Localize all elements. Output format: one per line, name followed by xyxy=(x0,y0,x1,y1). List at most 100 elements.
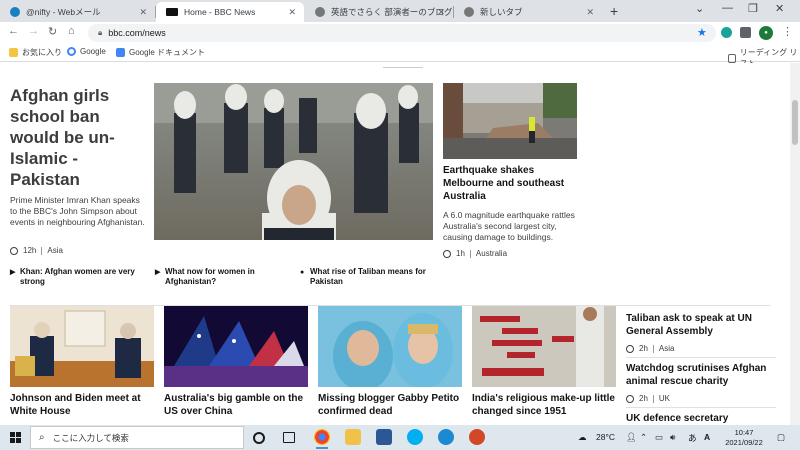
lead-story-headline[interactable]: Afghan girls school ban would be un-Isla… xyxy=(10,85,140,190)
bookmark-google[interactable]: Google xyxy=(67,47,106,56)
clock-icon xyxy=(443,249,451,258)
tab-bbc-news[interactable]: Home - BBC News ✕ xyxy=(156,2,304,22)
opera-house-image[interactable] xyxy=(164,306,308,387)
new-tab-button[interactable]: + xyxy=(610,3,618,19)
search-placeholder: ここに入力して検索 xyxy=(52,432,129,443)
ime-indicator[interactable]: A xyxy=(704,432,710,442)
row-story-headline-3[interactable]: Missing blogger Gabby Petito confirmed d… xyxy=(318,392,462,418)
story-section-link[interactable]: UK xyxy=(659,394,670,403)
tab-new-tab[interactable]: 新しいタブ ✕ xyxy=(454,2,602,22)
docs-icon xyxy=(116,48,125,57)
tab-nifty[interactable]: @nifty - Webメール ✕ xyxy=(0,2,156,22)
row-story-headline-2[interactable]: Australia's big gamble on the US over Ch… xyxy=(164,392,308,418)
couple-photo xyxy=(318,306,462,387)
earthquake-photo xyxy=(443,83,577,159)
windows-start-icon[interactable] xyxy=(10,432,21,443)
close-tab-icon[interactable]: ✕ xyxy=(437,7,445,18)
minimize-icon[interactable]: — xyxy=(722,2,733,14)
india-religion-image[interactable] xyxy=(472,306,616,387)
related-link-text: Khan: Afghan women are very strong xyxy=(20,267,135,286)
story-time: 2h xyxy=(639,344,648,353)
lead-story-image[interactable] xyxy=(154,83,433,240)
browser-toolbar: ← → ↻ ⌂ 🔒︎ bbc.com/news ★ ● ⋮ xyxy=(0,22,800,44)
taskbar-search-box[interactable]: ⌕ ここに入力して検索 xyxy=(30,426,244,449)
profile-avatar-icon[interactable]: ● xyxy=(759,26,773,40)
volume-icon[interactable]: 🔊︎ xyxy=(670,432,675,443)
cortana-icon[interactable] xyxy=(253,432,265,444)
skype-icon[interactable] xyxy=(407,429,423,445)
tab-search-icon[interactable]: ⌄ xyxy=(695,2,704,15)
side-story-headline-2[interactable]: Watchdog scrutinises Afghan animal rescu… xyxy=(626,362,776,388)
nifty-favicon-icon xyxy=(10,7,20,17)
tab-title: 英語でさらく 部演者ーのブログ xyxy=(331,7,453,17)
related-link-text: What rise of Taliban means for Pakistan xyxy=(310,267,426,286)
weather-temperature[interactable]: 28°C xyxy=(596,432,615,442)
extensions-puzzle-icon[interactable] xyxy=(740,27,751,38)
bookmark-star-icon[interactable]: ★ xyxy=(697,26,707,39)
forward-icon[interactable]: → xyxy=(28,25,39,37)
folder-icon xyxy=(9,48,18,57)
chrome-taskbar-icon[interactable] xyxy=(314,429,330,449)
bookmark-google-docs[interactable]: Google ドキュメント xyxy=(116,47,205,58)
people-icon[interactable]: 👤︎ xyxy=(626,432,637,443)
side-story-headline-3[interactable]: UK defence secretary xyxy=(626,412,776,425)
bookmark-label: Google ドキュメント xyxy=(129,48,206,57)
earthquake-story-meta: 1h Australia xyxy=(443,249,507,258)
row-story-headline-1[interactable]: Johnson and Biden meet at White House xyxy=(10,392,154,418)
close-window-icon[interactable]: ✕ xyxy=(775,2,784,15)
story-section-link[interactable]: Australia xyxy=(476,249,507,258)
story-section-link[interactable]: Asia xyxy=(47,246,63,255)
tab-blog[interactable]: 英語でさらく 部演者ーのブログ ✕ xyxy=(305,2,454,22)
close-tab-icon[interactable]: ✕ xyxy=(586,7,594,18)
globe-icon xyxy=(315,7,325,17)
row-story-headline-4[interactable]: India's religious make-up little changed… xyxy=(472,392,616,418)
clock-icon xyxy=(626,344,634,353)
bookmark-label: Google xyxy=(80,47,106,56)
side-story-meta-1: 2h Asia xyxy=(626,344,674,353)
taskbar-clock[interactable]: 10:47 2021/09/22 xyxy=(719,428,769,448)
notifications-icon[interactable]: ▢ xyxy=(777,432,785,443)
lead-story-meta: 12h Asia xyxy=(10,246,63,255)
story-section-link[interactable]: Asia xyxy=(659,344,675,353)
ime-mode-icon[interactable]: あ xyxy=(688,432,697,444)
earthquake-story-image[interactable] xyxy=(443,83,577,159)
johnson-biden-image[interactable] xyxy=(10,306,154,387)
home-icon[interactable]: ⌂ xyxy=(68,25,75,37)
weather-icon[interactable]: ☁ xyxy=(578,432,587,443)
side-story-headline-1[interactable]: Taliban ask to speak at UN General Assem… xyxy=(626,312,776,338)
close-tab-icon[interactable]: ✕ xyxy=(139,7,147,18)
clock-icon xyxy=(626,394,634,403)
play-icon: ▶ xyxy=(10,269,16,276)
word-icon[interactable] xyxy=(376,429,392,445)
bbc-news-page: Afghan girls school ban would be un-Isla… xyxy=(0,63,790,425)
tab-strip: @nifty - Webメール ✕ Home - BBC News ✕ 英語でさ… xyxy=(0,0,800,22)
reload-icon[interactable]: ↻ xyxy=(48,25,57,38)
menu-kebab-icon[interactable]: ⋮ xyxy=(782,25,793,38)
story-time: 2h xyxy=(639,394,648,403)
restore-icon[interactable]: ❐ xyxy=(748,2,758,15)
related-link-3[interactable]: ● What rise of Taliban means for Pakista… xyxy=(300,267,435,287)
graffiti-wall-photo xyxy=(472,306,616,387)
related-link-1[interactable]: ▶ Khan: Afghan women are very strong xyxy=(10,267,145,287)
back-icon[interactable]: ← xyxy=(8,25,19,37)
network-icon[interactable]: ▭ xyxy=(655,432,663,443)
gabby-petito-image[interactable] xyxy=(318,306,462,387)
tray-overflow-icon[interactable]: ⌃ xyxy=(640,432,647,443)
url-text: bbc.com/news xyxy=(108,28,166,38)
side-story-meta-2: 2h UK xyxy=(626,394,670,403)
task-view-icon[interactable] xyxy=(283,432,295,443)
play-icon: ▶ xyxy=(155,269,161,276)
file-explorer-icon[interactable] xyxy=(345,429,361,445)
edge-icon[interactable] xyxy=(438,429,454,445)
powerpoint-icon[interactable] xyxy=(469,429,485,445)
scrollbar-thumb[interactable] xyxy=(792,100,798,145)
bookmark-label: お気に入り xyxy=(22,48,62,57)
related-link-2[interactable]: ▶ What now for women in Afghanistan? xyxy=(155,267,290,287)
bookmark-favorites[interactable]: お気に入り xyxy=(9,47,62,58)
earthquake-story-headline[interactable]: Earthquake shakes Melbourne and southeas… xyxy=(443,164,573,203)
extension-grammar-icon[interactable] xyxy=(721,27,732,38)
close-tab-icon[interactable]: ✕ xyxy=(288,7,296,18)
story-time: 1h xyxy=(456,249,465,258)
clock-time: 10:47 xyxy=(734,428,754,437)
address-bar[interactable]: 🔒︎ bbc.com/news xyxy=(88,24,716,42)
